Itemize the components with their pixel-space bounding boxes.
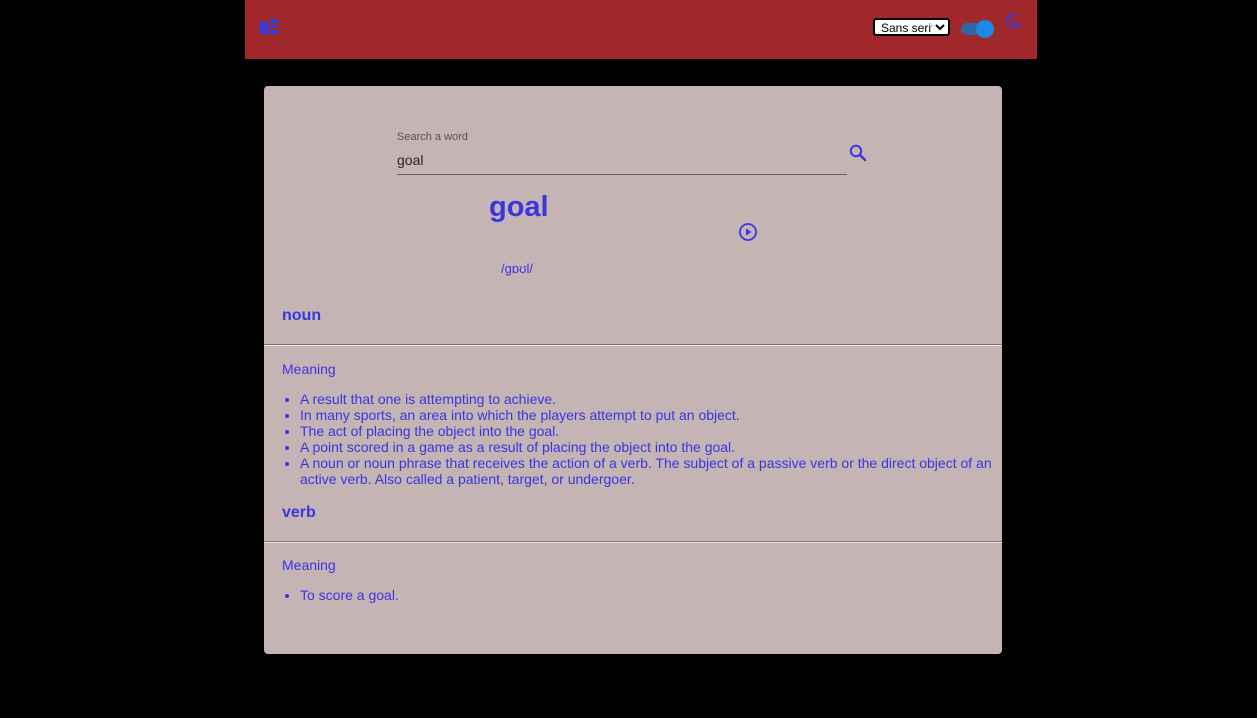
- search-input[interactable]: [397, 150, 837, 170]
- search-field: Search a word: [397, 130, 847, 175]
- definition-item: In many sports, an area into which the p…: [300, 407, 1000, 423]
- toggle-knob: [976, 20, 994, 38]
- part-of-speech-verb: verb: [282, 504, 316, 521]
- moon-icon: [1005, 13, 1022, 29]
- search-icon[interactable]: [848, 143, 868, 163]
- definition-item: To score a goal.: [300, 587, 1000, 603]
- divider: [264, 541, 1002, 543]
- definition-list-verb: To score a goal.: [282, 587, 1000, 603]
- phonetic-text: /ɡɒʊl/: [501, 261, 533, 276]
- definition-item: A noun or noun phrase that receives the …: [300, 455, 1000, 487]
- word-title: goal: [489, 191, 549, 223]
- definition-item: A result that one is attempting to achie…: [300, 391, 1000, 407]
- font-family-select[interactable]: Sans serif: [873, 18, 950, 36]
- play-circle-icon[interactable]: [738, 222, 758, 242]
- top-bar: Sans serif: [245, 0, 1037, 59]
- meaning-label: Meaning: [282, 557, 336, 573]
- search-label: Search a word: [397, 131, 468, 143]
- definition-item: A point scored in a game as a result of …: [300, 439, 1000, 455]
- definition-list-noun: A result that one is attempting to achie…: [282, 391, 1000, 487]
- definition-item: The act of placing the object into the g…: [300, 423, 1000, 439]
- dictionary-card: Search a word goal /ɡɒʊl/ noun Meaning A…: [264, 86, 1002, 654]
- book-icon[interactable]: [260, 19, 280, 36]
- meaning-label: Meaning: [282, 361, 336, 377]
- dark-mode-toggle[interactable]: [961, 19, 995, 38]
- part-of-speech-noun: noun: [282, 307, 322, 324]
- divider: [264, 344, 1002, 346]
